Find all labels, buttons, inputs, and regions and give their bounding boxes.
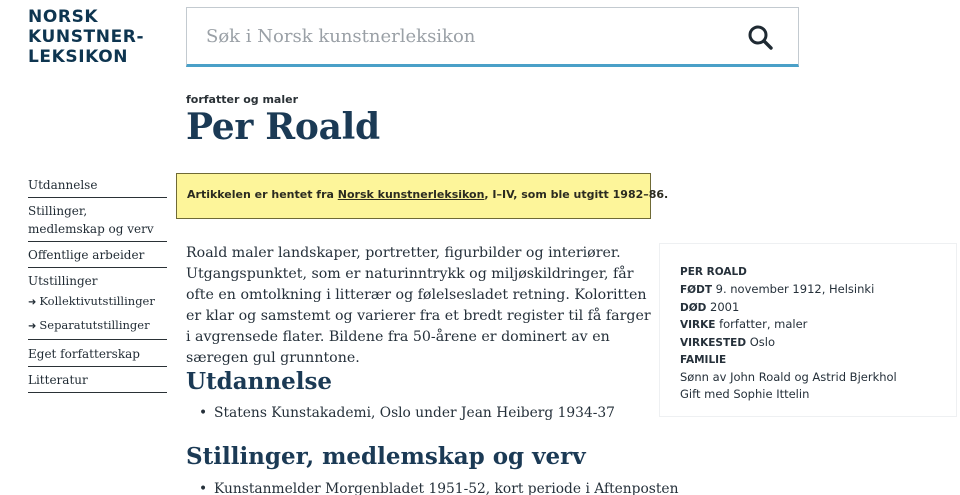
toc-item-utdannelse[interactable]: Utdannelse: [28, 172, 167, 198]
article-intro: Roald maler landskaper, portretter, figu…: [186, 245, 651, 366]
source-notice: Artikkelen er hentet fra Norsk kunstnerl…: [176, 173, 668, 219]
list-item-text: Statens Kunstakademi, Oslo under Jean He…: [214, 405, 615, 421]
toc-subitem-label: Separatutstillinger: [39, 318, 150, 332]
fact-value: forfatter, maler: [719, 317, 808, 332]
search-input[interactable]: [187, 8, 727, 65]
fact-family-line: Gift med Sophie Ittelin: [680, 386, 810, 401]
fact-value: 2001: [710, 299, 740, 314]
toc-item-stillinger[interactable]: Stillinger, medlemskap og verv: [28, 198, 167, 242]
search-button[interactable]: [746, 22, 776, 52]
list-item-text: Kunstanmelder Morgenbladet 1951-52, kort…: [214, 481, 679, 495]
toc-item-stillinger-line-2: medlemskap og verv: [28, 222, 154, 236]
list-item: Kunstanmelder Morgenbladet 1951-52, kort…: [199, 479, 679, 495]
fact-family-line: Sønn av John Roald og Astrid Bjerkhol: [680, 369, 897, 384]
fact-family-label: FAMILIE: [680, 353, 727, 366]
fact-died: DØD 2001: [680, 299, 956, 317]
notice-source-link[interactable]: Norsk kunstnerleksikon: [338, 188, 485, 201]
toc-subitem-label: Kollektivutstillinger: [39, 294, 155, 308]
fact-label: VIRKE: [680, 319, 716, 332]
logo-line-3: LEKSIKON: [28, 47, 129, 67]
logo-line-1: NORSK: [28, 7, 99, 27]
toc-item-utstillinger[interactable]: Utstillinger: [28, 268, 167, 290]
logo-line-2: KUNSTNER-: [28, 27, 145, 47]
toc-subitem-separatutstillinger[interactable]: ➜ Separatutstillinger: [28, 314, 167, 340]
fact-name: PER ROALD: [680, 266, 747, 278]
site-logo[interactable]: NORSK KUNSTNER- LEKSIKON: [28, 7, 168, 67]
fact-value: Oslo: [749, 335, 775, 350]
notice-text-post: , I–IV, som ble utgitt 1982–86.: [484, 188, 669, 201]
section-heading-stillinger: Stillinger, medlemskap og verv: [186, 443, 586, 470]
fact-born: FØDT 9. november 1912, Helsinki: [680, 281, 956, 299]
search-icon: [748, 25, 773, 50]
fact-occupation: VIRKE forfatter, maler: [680, 316, 956, 334]
table-of-contents: Utdannelse Stillinger, medlemskap og ver…: [28, 172, 167, 393]
toc-item-offentlige-arbeider[interactable]: Offentlige arbeider: [28, 242, 167, 268]
fact-label: FØDT: [680, 283, 712, 296]
fact-value: 9. november 1912, Helsinki: [715, 281, 875, 296]
toc-item-eget-forfatterskap[interactable]: Eget forfatterskap: [28, 340, 167, 367]
toc-subitem-kollektivutstillinger[interactable]: ➜ Kollektivutstillinger: [28, 290, 167, 314]
list-item: Statens Kunstakademi, Oslo under Jean He…: [199, 403, 615, 423]
notice-text-pre: Artikkelen er hentet fra: [187, 188, 338, 201]
fact-label: DØD: [680, 301, 707, 314]
search-bar: [186, 7, 799, 67]
toc-item-stillinger-line-1: Stillinger,: [28, 204, 88, 218]
section-heading-utdannelse: Utdannelse: [186, 368, 333, 395]
page-title: Per Roald: [186, 106, 380, 148]
arrow-right-icon: ➜: [28, 321, 37, 332]
fact-box: PER ROALD FØDT 9. november 1912, Helsink…: [660, 244, 956, 416]
toc-item-litteratur[interactable]: Litteratur: [28, 367, 167, 393]
arrow-right-icon: ➜: [28, 297, 37, 308]
fact-workplace: VIRKESTED Oslo: [680, 334, 956, 352]
fact-label: VIRKESTED: [680, 337, 747, 350]
